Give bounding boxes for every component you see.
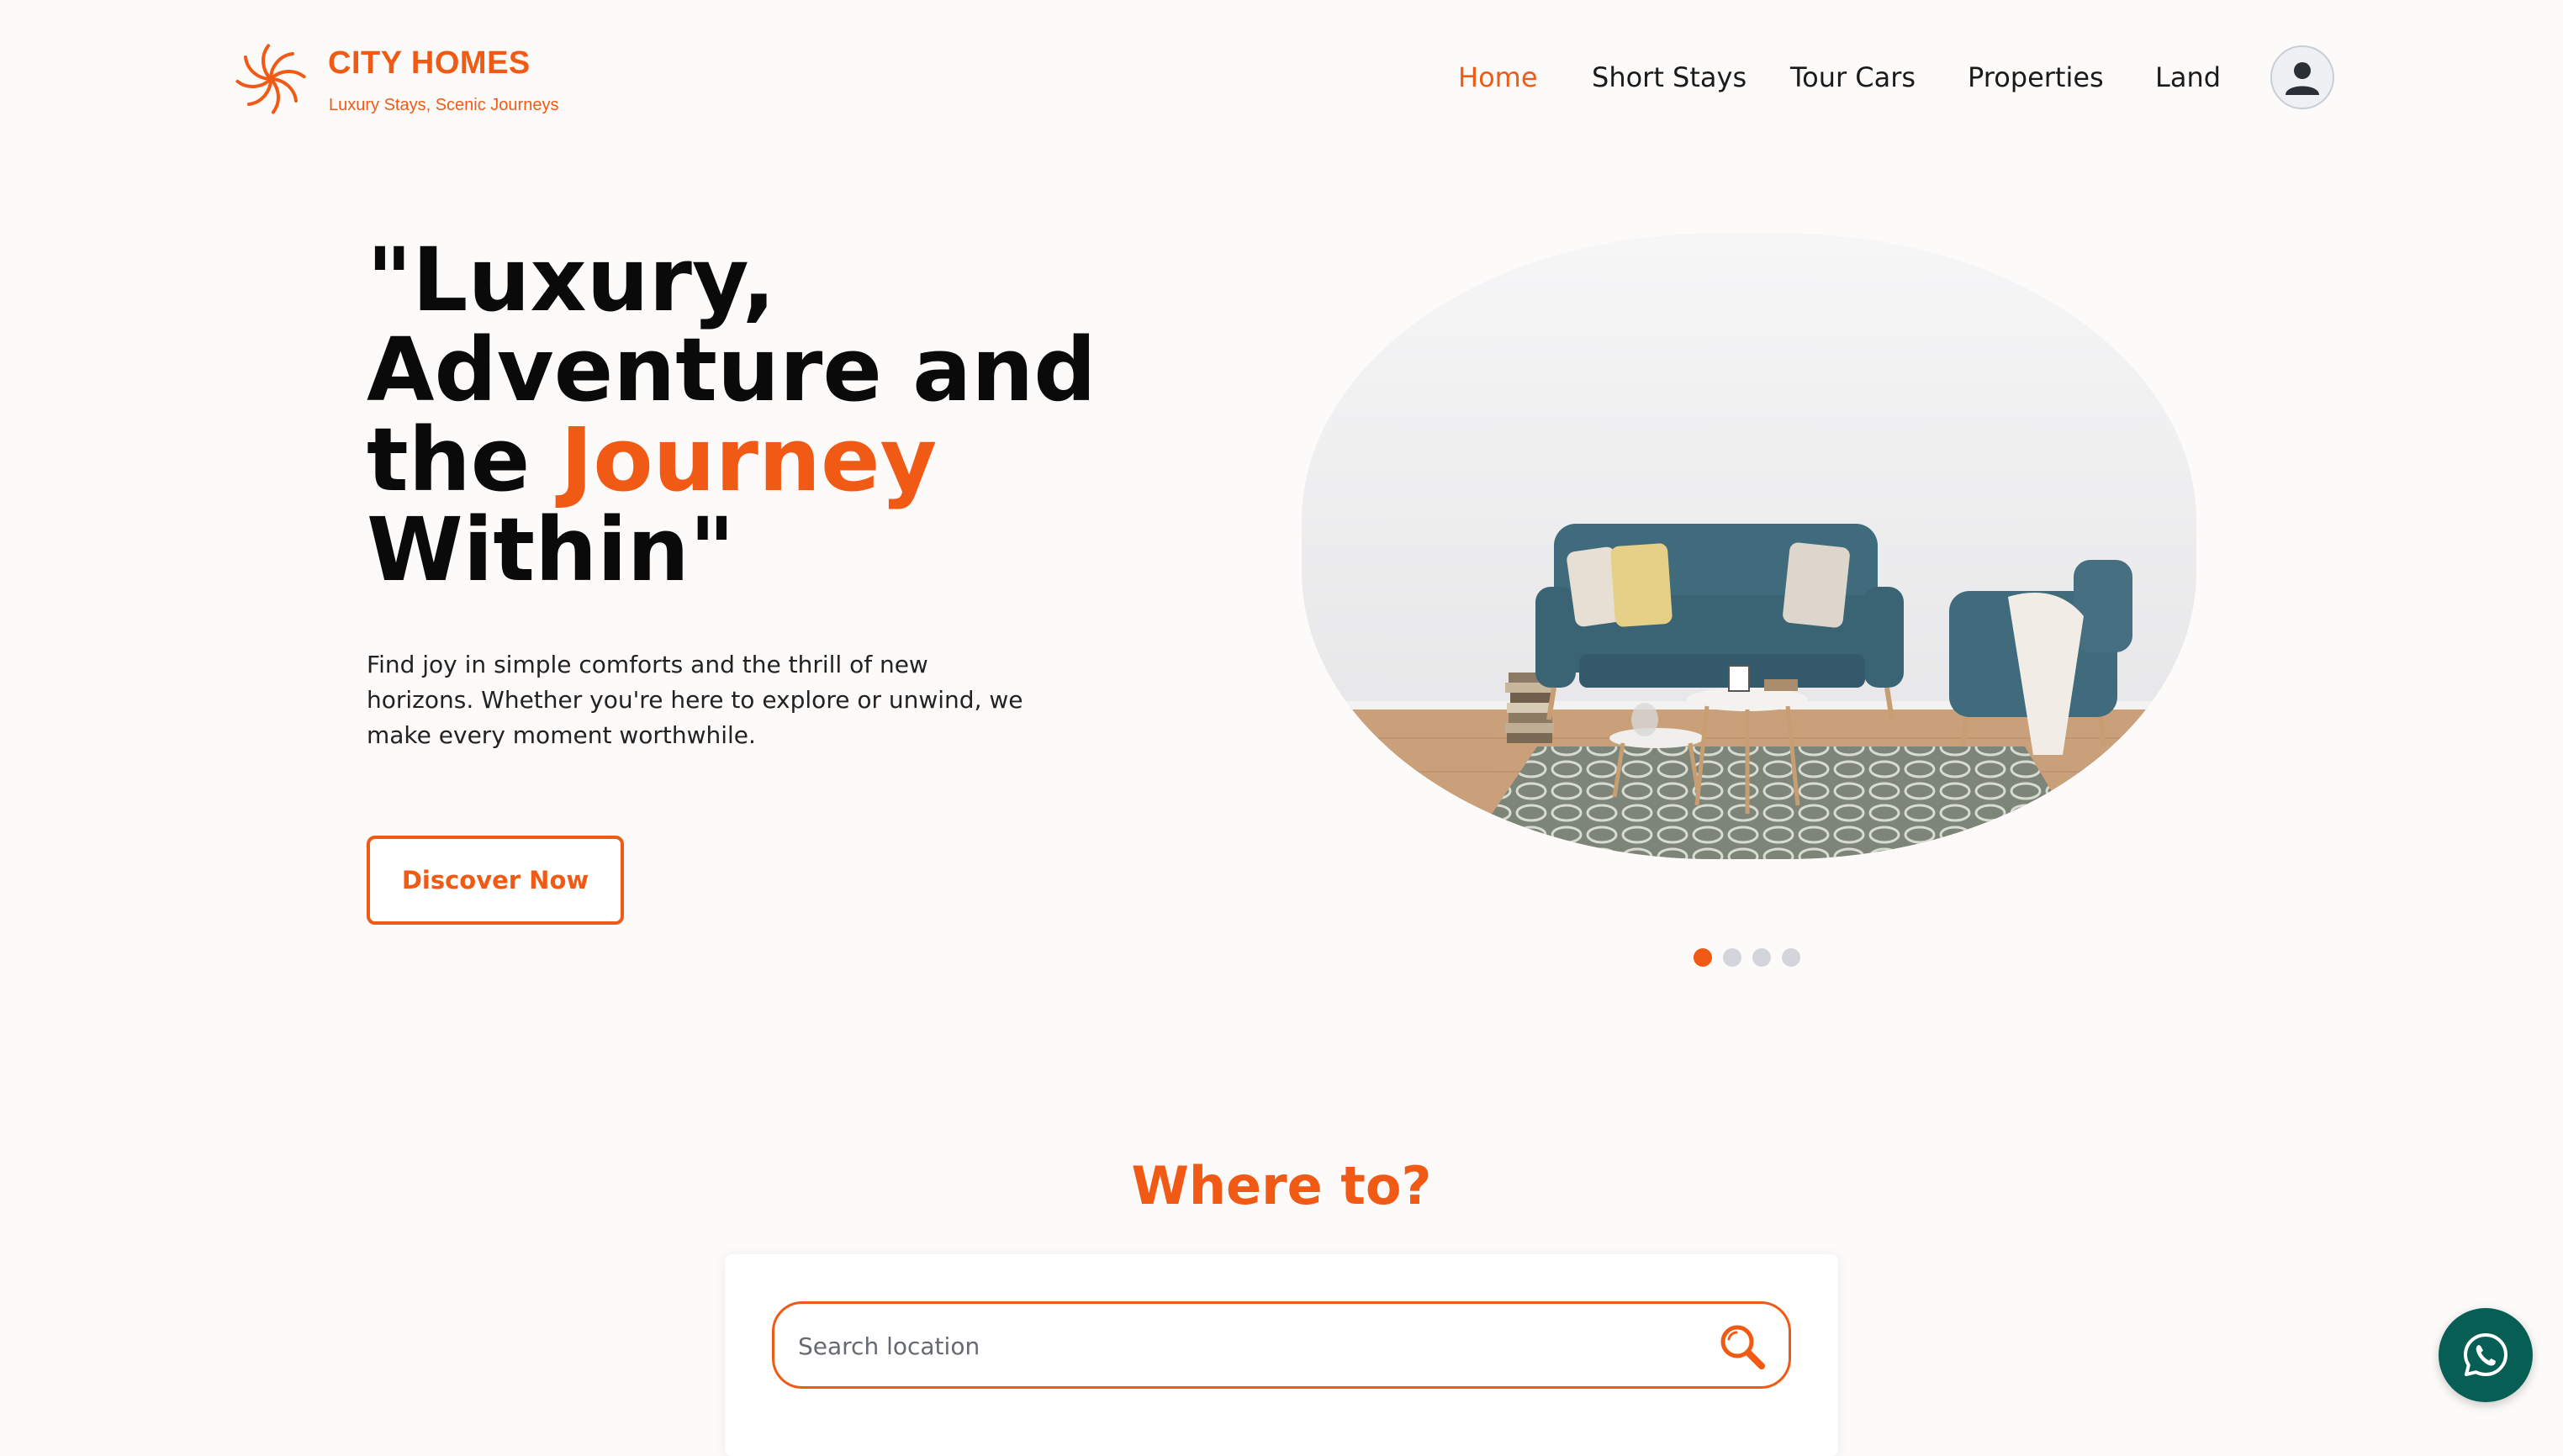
account-button[interactable] (2270, 45, 2334, 109)
search-icon[interactable] (1716, 1321, 1768, 1373)
hero-title-accent: Journey (560, 409, 938, 511)
hero-title: "Luxury, Adventure and the Journey Withi… (367, 235, 1123, 595)
living-room-sofa-photo (1302, 234, 2196, 859)
search-box (772, 1301, 1791, 1389)
hero-title-line4: Within" (367, 499, 735, 601)
whatsapp-button[interactable] (2439, 1308, 2533, 1402)
location-search-input[interactable] (796, 1317, 1691, 1374)
carousel-dot-1[interactable] (1694, 948, 1712, 967)
nav-item-tour-cars[interactable]: Tour Cars (1790, 61, 1916, 93)
carousel-dot-2[interactable] (1723, 948, 1741, 967)
search-card (725, 1254, 1838, 1456)
brand-tagline: Luxury Stays, Scenic Journeys (329, 96, 559, 114)
hero-title-line3-prefix: the (367, 409, 561, 511)
nav-item-properties[interactable]: Properties (1968, 61, 2104, 93)
brand-logo[interactable]: CITY HOMES Luxury Stays, Scenic Journeys (229, 37, 582, 124)
discover-now-button[interactable]: Discover Now (367, 836, 624, 925)
swirl-logo-icon (229, 37, 313, 121)
where-to-heading: Where to? (1131, 1155, 1432, 1216)
nav-item-land[interactable]: Land (2155, 61, 2221, 93)
nav-item-home[interactable]: Home (1458, 61, 1538, 93)
nav-item-short-stays[interactable]: Short Stays (1592, 61, 1747, 93)
user-avatar-icon (2286, 62, 2319, 95)
hero-title-line2: Adventure and (367, 319, 1097, 421)
brand-name: CITY HOMES (328, 45, 531, 81)
hero-description: Find joy in simple comforts and the thri… (367, 651, 1023, 749)
carousel-dot-3[interactable] (1752, 948, 1771, 967)
whatsapp-icon (2464, 1333, 2508, 1376)
carousel-dot-4[interactable] (1782, 948, 1800, 967)
hero-title-line1: "Luxury, (367, 229, 776, 331)
